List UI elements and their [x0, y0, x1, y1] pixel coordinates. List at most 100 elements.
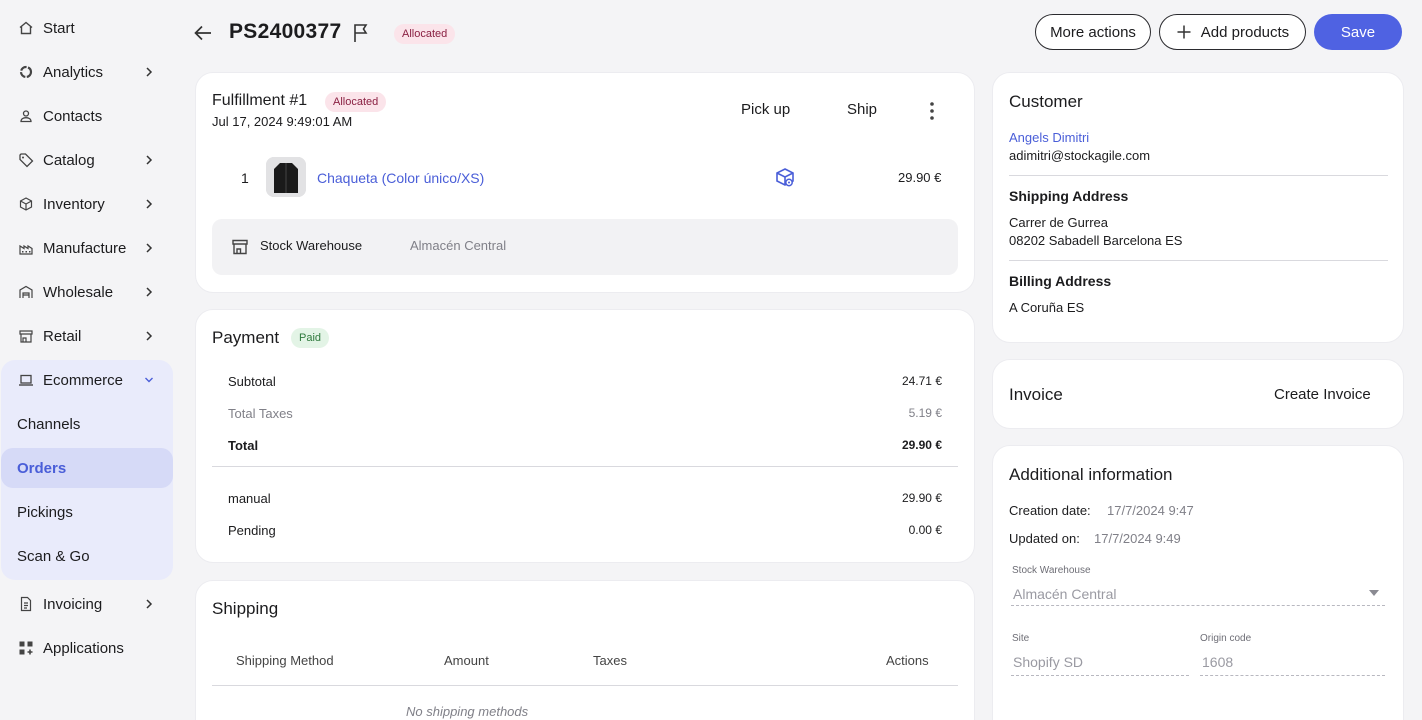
shipping-title: Shipping — [212, 599, 279, 618]
site-field[interactable]: Shopify SD — [1013, 654, 1083, 670]
store-icon — [232, 239, 248, 255]
line-price: 29.90 € — [898, 170, 942, 185]
shipping-card: Shipping Shipping Method Amount Taxes Ac… — [195, 580, 975, 720]
column-header: Shipping Method — [236, 653, 334, 668]
payment-card: Payment Paid Subtotal 24.71 € Total Taxe… — [195, 309, 975, 563]
total-value: 29.90 € — [901, 438, 942, 452]
column-header: Amount — [444, 653, 489, 668]
sidebar-item-label: Contacts — [43, 107, 103, 125]
line-quantity: 1 — [241, 170, 249, 186]
status-badge: Allocated — [394, 24, 456, 44]
sidebar-subitem-pickings[interactable]: Pickings — [1, 492, 173, 532]
analytics-icon — [18, 64, 34, 80]
chevron-right-icon — [146, 67, 153, 77]
manual-value: 29.90 € — [901, 491, 942, 505]
laptop-icon — [18, 372, 34, 388]
customer-divider — [1009, 175, 1388, 176]
stock-warehouse-select[interactable]: Almacén Central — [1013, 586, 1117, 602]
shipping-address-title: Shipping Address — [1009, 188, 1129, 204]
field-underline — [1011, 675, 1189, 676]
customer-email: adimitri@stockagile.com — [1009, 148, 1151, 163]
shipping-divider — [212, 685, 958, 686]
sidebar-item-ecommerce[interactable]: Ecommerce — [0, 360, 173, 400]
chevron-right-icon — [146, 599, 153, 609]
origin-code-field[interactable]: 1608 — [1202, 654, 1233, 670]
save-label: Save — [1340, 23, 1376, 41]
chevron-right-icon — [146, 287, 153, 297]
sidebar-item-contacts[interactable]: Contacts — [0, 96, 173, 136]
additional-info-title: Additional information — [1009, 465, 1173, 484]
pending-label: Pending — [228, 523, 276, 538]
sidebar: Start Analytics Contacts Catalog Invento… — [0, 0, 176, 720]
shipping-address-line: 08202 Sabadell Barcelona ES — [1009, 233, 1183, 248]
updated-on-value: 17/7/2024 9:49 — [1094, 531, 1181, 546]
create-invoice-button[interactable]: Create Invoice — [1274, 386, 1371, 403]
fulfillment-date: Jul 17, 2024 9:49:01 AM — [212, 114, 353, 129]
add-products-label: Add products — [1200, 23, 1290, 41]
manual-label: manual — [228, 491, 271, 506]
sidebar-subitem-channels[interactable]: Channels — [1, 404, 173, 444]
total-label: Total — [228, 438, 259, 453]
sidebar-item-wholesale[interactable]: Wholesale — [0, 272, 173, 312]
chevron-right-icon — [146, 243, 153, 253]
column-header: Taxes — [593, 653, 627, 668]
sidebar-item-start[interactable]: Start — [0, 8, 173, 48]
field-underline — [1200, 675, 1385, 676]
more-actions-label: More actions — [1050, 23, 1136, 41]
package-view-icon[interactable] — [774, 167, 796, 189]
sidebar-item-analytics[interactable]: Analytics — [0, 52, 173, 92]
pending-value: 0.00 € — [908, 523, 942, 537]
warehouse-box: Stock Warehouse Almacén Central — [212, 219, 958, 275]
taxes-value: 5.19 € — [908, 406, 942, 420]
creation-date-label: Creation date: — [1009, 503, 1091, 518]
fulfillment-card: Fulfillment #1 Allocated Jul 17, 2024 9:… — [195, 72, 975, 293]
column-header: Actions — [886, 653, 929, 668]
additional-info-card: Additional information Creation date: 17… — [992, 445, 1404, 720]
sidebar-item-label: Ecommerce — [43, 371, 124, 389]
back-arrow-icon[interactable] — [192, 22, 214, 44]
empty-state-text: No shipping methods — [406, 704, 529, 719]
order-id: PS2400377 — [229, 20, 342, 43]
flag-icon[interactable] — [351, 22, 371, 44]
sidebar-item-catalog[interactable]: Catalog — [0, 140, 173, 180]
sidebar-item-label: Analytics — [43, 63, 104, 81]
product-link[interactable]: Chaqueta (Color único/XS) — [317, 170, 484, 186]
sidebar-subitem-scan-go[interactable]: Scan & Go — [1, 536, 173, 576]
tag-icon — [18, 152, 34, 168]
pick-up-button[interactable]: Pick up — [741, 101, 790, 118]
product-thumbnail — [266, 157, 306, 197]
document-icon — [18, 596, 34, 612]
save-button[interactable]: Save — [1314, 14, 1402, 50]
store-icon — [18, 328, 34, 344]
chevron-down-icon — [145, 377, 153, 383]
invoice-title: Invoice — [1009, 385, 1063, 404]
customer-name-link[interactable]: Angels Dimitri — [1009, 130, 1089, 145]
warehouse-icon — [18, 284, 34, 300]
sidebar-item-inventory[interactable]: Inventory — [0, 184, 173, 224]
sidebar-item-label: Wholesale — [43, 283, 114, 301]
add-products-button[interactable]: Add products — [1159, 14, 1306, 50]
sidebar-item-label: Retail — [43, 327, 82, 345]
sidebar-item-label: Start — [43, 19, 75, 37]
sidebar-subitem-orders[interactable]: Orders — [1, 448, 173, 488]
subtotal-value: 24.71 € — [901, 374, 942, 388]
warehouse-value: Almacén Central — [410, 238, 507, 253]
ship-button[interactable]: Ship — [847, 101, 877, 118]
plus-icon — [1177, 25, 1191, 39]
sidebar-item-retail[interactable]: Retail — [0, 316, 173, 356]
customer-title: Customer — [1009, 92, 1083, 111]
more-actions-button[interactable]: More actions — [1035, 14, 1151, 50]
site-field-label: Site — [1012, 633, 1030, 644]
sidebar-item-label: Manufacture — [43, 239, 127, 257]
sidebar-item-label: Inventory — [43, 195, 105, 213]
customer-card: Customer Angels Dimitri adimitri@stockag… — [992, 72, 1404, 343]
dropdown-arrow-icon[interactable] — [1369, 590, 1379, 596]
fulfillment-status-badge: Allocated — [325, 92, 387, 112]
sidebar-item-invoicing[interactable]: Invoicing — [0, 584, 173, 624]
more-vert-icon[interactable] — [924, 101, 940, 121]
payment-divider — [212, 466, 958, 467]
sidebar-item-applications[interactable]: Applications — [0, 628, 173, 668]
chevron-right-icon — [146, 331, 153, 341]
sidebar-item-manufacture[interactable]: Manufacture — [0, 228, 173, 268]
payment-status-badge: Paid — [291, 328, 330, 348]
